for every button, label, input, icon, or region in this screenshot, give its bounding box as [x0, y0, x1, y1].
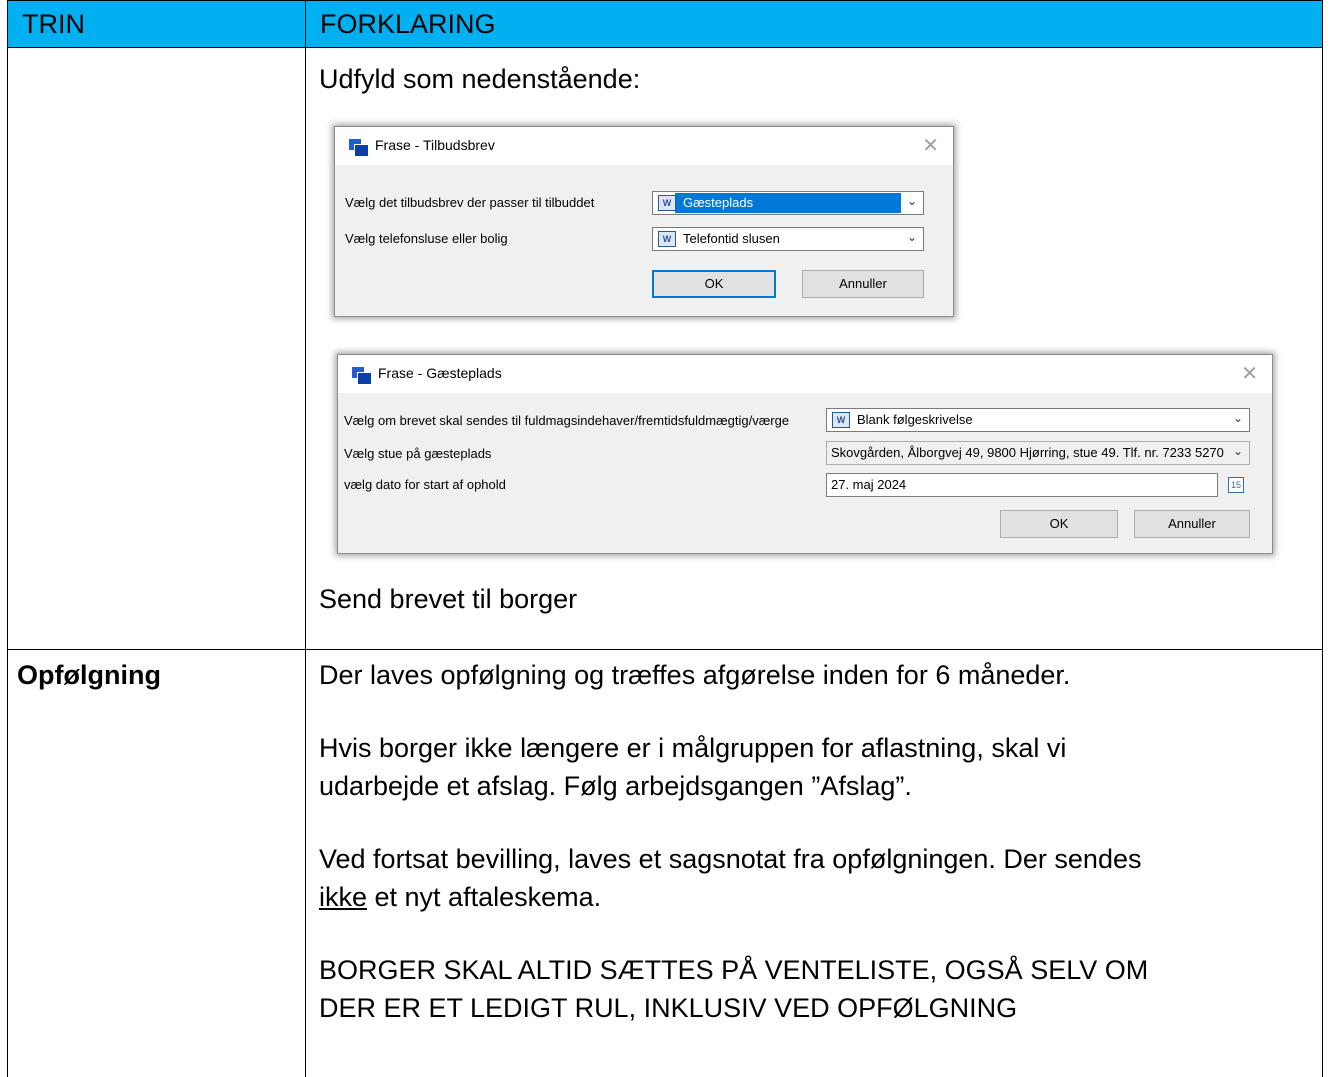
telefonsluse-label: Vælg telefonsluse eller bolig [345, 231, 508, 246]
table-right-border [1322, 0, 1323, 1077]
chevron-down-icon[interactable]: ⌄ [1233, 411, 1243, 425]
fuldmagt-select[interactable]: W Blank følgeskrivelse ⌄ [826, 408, 1250, 432]
ok-button[interactable]: OK [652, 270, 776, 298]
dialog-title: Frase - Gæsteplads [378, 365, 502, 381]
bevilling-line2-rest: et nyt aftaleskema. [367, 882, 602, 912]
header-trin: TRIN [22, 9, 85, 39]
ok-button[interactable]: OK [1000, 510, 1118, 538]
dato-input[interactable]: 27. maj 2024 [826, 473, 1218, 497]
word-document-icon: W [658, 231, 676, 247]
paragraph-afslag-line2: udarbejde et afslag. Følg arbejdsgangen … [319, 771, 912, 801]
row-divider [7, 649, 1323, 650]
word-document-icon: W [658, 195, 676, 211]
app-icon [349, 139, 368, 156]
table-left-border [7, 0, 8, 1077]
paragraph-afslag-line1: Hvis borger ikke længere er i målgruppen… [319, 733, 1067, 763]
app-icon [352, 367, 371, 384]
word-document-icon: W [832, 412, 850, 428]
dialog-gaesteplads: Frase - Gæsteplads ✕ Vælg om brevet skal… [337, 354, 1273, 554]
paragraph-venteliste-line2: DER ER ET LEDIGT RUL, INKLUSIV VED OPFØL… [319, 993, 1018, 1023]
table-column-divider [305, 0, 306, 1077]
tilbudsbrev-select[interactable]: W Gæsteplads ⌄ [652, 191, 924, 215]
paragraph-deadline: Der laves opfølgning og træffes afgørels… [319, 660, 1071, 690]
dialog-tilbudsbrev: Frase - Tilbudsbrev ✕ Vælg det tilbudsbr… [334, 126, 954, 317]
dialog-titlebar: Frase - Tilbudsbrev ✕ [335, 127, 953, 165]
table-header: TRIN FORKLARING [7, 0, 1323, 48]
chevron-down-icon[interactable]: ⌄ [907, 194, 917, 208]
emphasis-ikke: ikke [319, 882, 368, 912]
step-opfoelgning: Opfølgning [17, 660, 161, 690]
chevron-down-icon[interactable]: ⌄ [907, 230, 917, 244]
paragraph-venteliste-line1: BORGER SKAL ALTID SÆTTES PÅ VENTELISTE, … [319, 955, 1149, 985]
telefonsluse-select[interactable]: W Telefontid slusen ⌄ [652, 227, 924, 251]
cancel-button[interactable]: Annuller [1134, 510, 1250, 538]
calendar-icon[interactable]: 15 [1228, 477, 1244, 493]
cancel-button[interactable]: Annuller [802, 270, 924, 298]
tilbudsbrev-label: Vælg det tilbudsbrev der passer til tilb… [345, 195, 595, 210]
close-icon[interactable]: ✕ [1241, 361, 1258, 386]
dato-label: vælg dato for start af ophold [344, 477, 506, 492]
close-icon[interactable]: ✕ [922, 133, 939, 158]
chevron-down-icon[interactable]: ⌄ [1233, 444, 1243, 458]
header-forklaring: FORKLARING [320, 9, 496, 39]
paragraph-bevilling-line2: ikke et nyt aftaleskema. [319, 878, 601, 916]
send-letter-text: Send brevet til borger [319, 584, 578, 614]
fuldmagt-label: Vælg om brevet skal sendes til fuldmagsi… [344, 413, 790, 428]
dialog-titlebar: Frase - Gæsteplads ✕ [338, 355, 1272, 393]
stue-select[interactable]: Skovgården, Ålborgvej 49, 9800 Hjørring,… [826, 441, 1250, 465]
paragraph-bevilling-line1: Ved fortsat bevilling, laves et sagsnota… [319, 844, 1142, 874]
intro-text: Udfyld som nedenstående: [319, 64, 641, 94]
procedure-table: TRIN FORKLARING Udfyld som nedenstående:… [7, 0, 1323, 1077]
stue-label: Vælg stue på gæsteplads [344, 446, 492, 461]
dialog-title: Frase - Tilbudsbrev [375, 137, 495, 153]
